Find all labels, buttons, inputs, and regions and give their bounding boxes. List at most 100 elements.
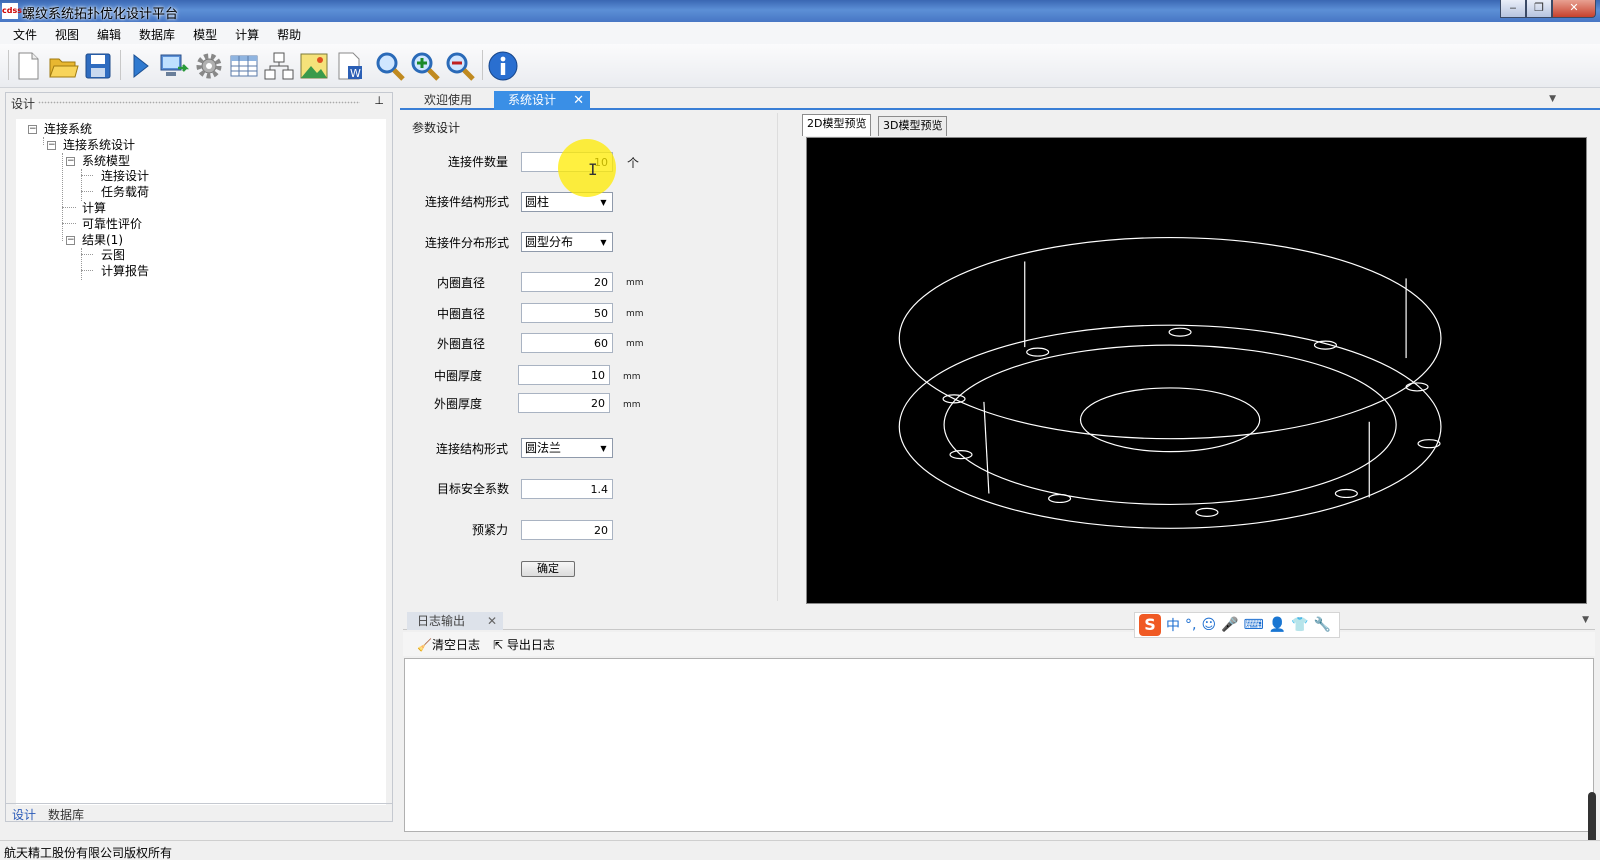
panel-drag-grip[interactable] xyxy=(38,101,360,104)
minimize-button[interactable]: ‒ xyxy=(1500,0,1526,18)
distribution-form-select[interactable]: 圆型分布 ▼ xyxy=(521,232,613,252)
tabs-dropdown-icon[interactable]: ▼ xyxy=(1549,94,1556,104)
computer-export-icon[interactable] xyxy=(158,50,190,82)
tab-3d-preview[interactable]: 3D模型预览 xyxy=(878,116,948,136)
ime-skin-icon[interactable]: 👕 xyxy=(1291,617,1308,633)
preload-label: 预紧力 xyxy=(472,523,509,537)
tab-system-design-label: 系统设计 xyxy=(508,93,557,107)
ime-emoji-icon[interactable]: ☺ xyxy=(1201,617,1216,633)
table-icon[interactable] xyxy=(228,50,260,82)
tree-node-report[interactable]: 计算报告 xyxy=(101,263,149,279)
ime-punct-icon[interactable]: °, xyxy=(1185,617,1196,633)
maximize-button[interactable]: ❐ xyxy=(1526,0,1552,18)
export-log-button[interactable]: ⇱ 导出日志 xyxy=(493,636,555,653)
toolbar-separator xyxy=(120,50,121,80)
new-file-icon[interactable] xyxy=(12,50,44,82)
middle-thickness-unit: mm xyxy=(623,372,641,382)
run-icon[interactable] xyxy=(124,50,156,82)
zoom-out-icon[interactable] xyxy=(444,50,476,82)
log-output-area[interactable] xyxy=(404,658,1594,832)
clear-log-button[interactable]: 🧹清空日志 xyxy=(417,636,480,653)
structure-form-select[interactable]: 圆柱 ▼ xyxy=(521,192,613,212)
log-toolbar: 🧹清空日志 ⇱ 导出日志 xyxy=(403,632,1595,656)
safety-factor-input[interactable] xyxy=(521,479,613,499)
tab-system-design[interactable]: 系统设计 ✕ xyxy=(494,91,590,110)
gear-icon[interactable] xyxy=(193,50,225,82)
outer-thickness-label: 外圈厚度 xyxy=(434,397,483,411)
middle-diameter-input[interactable] xyxy=(521,303,613,323)
tree-collapse-toggle[interactable]: − xyxy=(47,141,56,150)
menu-help[interactable]: 帮助 xyxy=(268,22,310,44)
distribution-form-value: 圆型分布 xyxy=(525,235,574,249)
menu-model[interactable]: 模型 xyxy=(184,22,226,44)
tree-line xyxy=(62,153,63,241)
middle-thickness-input[interactable] xyxy=(518,365,610,385)
inner-diameter-label: 内圈直径 xyxy=(437,276,486,290)
menu-compute[interactable]: 计算 xyxy=(226,22,268,44)
ime-lang-icon[interactable]: 中 xyxy=(1166,615,1180,635)
wire-inner-ellipse xyxy=(1079,387,1261,453)
open-folder-icon[interactable] xyxy=(47,50,79,82)
ime-settings-icon[interactable]: 🔧 xyxy=(1314,617,1331,633)
bolt-hole xyxy=(1048,493,1072,504)
tree-node-system-model[interactable]: 系统模型 xyxy=(82,153,130,169)
image-icon[interactable] xyxy=(298,50,330,82)
ime-voice-icon[interactable]: 🎤 xyxy=(1221,617,1238,633)
menu-bar: 文件 视图 编辑 数据库 模型 计算 帮助 xyxy=(0,22,1600,44)
tree-node-connection-system[interactable]: 连接系统 xyxy=(44,121,92,137)
model-preview-canvas[interactable] xyxy=(806,137,1587,604)
close-button[interactable]: ✕ xyxy=(1552,0,1596,18)
ime-keyboard-icon[interactable]: ⌨ xyxy=(1244,617,1264,633)
tree-node-compute[interactable]: 计算 xyxy=(82,200,106,216)
ime-user-icon[interactable]: 👤 xyxy=(1269,617,1286,633)
menu-database[interactable]: 数据库 xyxy=(130,22,184,44)
outer-diameter-input[interactable] xyxy=(521,333,613,353)
log-tabs: 日志输出 ✕ ▼ xyxy=(403,610,1595,630)
chevron-down-icon[interactable]: ▼ xyxy=(597,442,610,455)
status-bar: 航天精工股份有限公司版权所有 xyxy=(0,840,1600,860)
confirm-button[interactable]: 确定 xyxy=(521,561,575,577)
word-doc-icon[interactable]: W xyxy=(333,50,365,82)
tab-design[interactable]: 设计 xyxy=(6,804,42,822)
menu-view[interactable]: 视图 xyxy=(46,22,88,44)
title-bar[interactable]: cdss 螺纹系统拓扑优化设计平台 ‒ ❐ ✕ xyxy=(0,0,1600,22)
connection-form-select[interactable]: 圆法兰 ▼ xyxy=(521,438,613,458)
tab-log-output[interactable]: 日志输出 ✕ xyxy=(407,612,503,630)
tree-line xyxy=(43,137,44,145)
tree-node-connection-design[interactable]: 连接设计 xyxy=(101,168,149,184)
ime-toolbar[interactable]: S 中 °, ☺ 🎤 ⌨ 👤 👕 🔧 xyxy=(1134,612,1340,638)
close-log-icon[interactable]: ✕ xyxy=(487,612,497,630)
save-icon[interactable] xyxy=(82,50,114,82)
info-icon[interactable] xyxy=(487,50,519,82)
tree-node-task-load[interactable]: 任务载荷 xyxy=(101,184,149,200)
tree-node-system-design[interactable]: 连接系统设计 xyxy=(63,137,135,153)
outer-diameter-label: 外圈直径 xyxy=(437,337,486,351)
tree-node-results[interactable]: 结果(1) xyxy=(82,232,123,248)
tree-collapse-toggle[interactable]: − xyxy=(66,236,75,245)
preload-input[interactable] xyxy=(521,520,613,540)
menu-file[interactable]: 文件 xyxy=(4,22,46,44)
outer-thickness-unit: mm xyxy=(623,400,641,410)
chevron-down-icon[interactable]: ▼ xyxy=(597,196,610,209)
log-dropdown-icon[interactable]: ▼ xyxy=(1582,615,1589,625)
zoom-icon[interactable] xyxy=(374,50,406,82)
tab-database[interactable]: 数据库 xyxy=(42,804,90,822)
outer-thickness-input[interactable] xyxy=(518,393,610,413)
menu-edit[interactable]: 编辑 xyxy=(88,22,130,44)
tree-collapse-toggle[interactable]: − xyxy=(66,157,75,166)
chevron-down-icon[interactable]: ▼ xyxy=(597,236,610,249)
tree-collapse-toggle[interactable]: − xyxy=(28,125,37,134)
tab-2d-preview[interactable]: 2D模型预览 xyxy=(802,114,872,136)
sogou-logo-icon[interactable]: S xyxy=(1139,614,1161,636)
zoom-in-icon[interactable] xyxy=(409,50,441,82)
inner-diameter-input[interactable] xyxy=(521,272,613,292)
close-tab-icon[interactable]: ✕ xyxy=(573,91,584,110)
tree-node-cloud-map[interactable]: 云图 xyxy=(101,247,125,263)
bolt-hole xyxy=(1168,327,1192,337)
wire-edge xyxy=(983,401,990,494)
pin-icon[interactable]: ⊥ xyxy=(374,94,384,107)
tree-node-reliability[interactable]: 可靠性评价 xyxy=(82,216,142,232)
structure-form-label: 连接件结构形式 xyxy=(425,195,510,209)
tab-welcome[interactable]: 欢迎使用 xyxy=(410,91,492,110)
tree-chart-icon[interactable] xyxy=(263,50,295,82)
